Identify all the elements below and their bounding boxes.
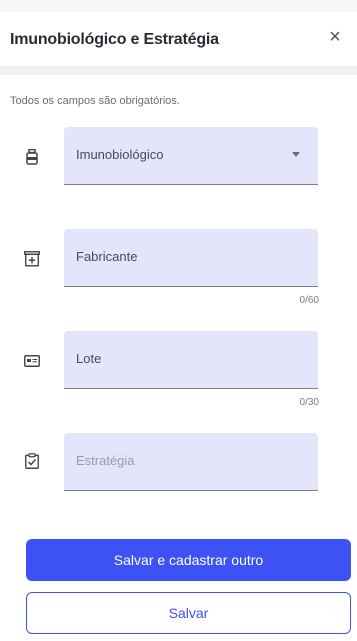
modal-header: Imunobiológico e Estratégia ×	[0, 12, 357, 67]
header-divider-band	[0, 67, 357, 75]
imunobiologico-label: Imunobiológico	[76, 147, 164, 162]
modal-title: Imunobiológico e Estratégia	[10, 31, 219, 48]
estrategia-input[interactable]: Estratégia	[64, 433, 318, 491]
top-strip	[0, 0, 357, 12]
fabricante-char-counter: 0/60	[299, 295, 319, 306]
lote-input[interactable]: Lote	[64, 331, 318, 389]
close-icon: ×	[329, 25, 341, 48]
lote-char-counter: 0/30	[299, 397, 319, 408]
vaccine-bottle-icon	[24, 149, 40, 165]
fabricante-input[interactable]: Fabricante	[64, 229, 318, 287]
lote-label: Lote	[76, 351, 102, 366]
estrategia-label: Estratégia	[76, 453, 135, 468]
imunobiologico-select[interactable]: Imunobiológico	[64, 127, 318, 185]
lot-card-icon	[24, 353, 40, 369]
save-and-add-another-button[interactable]: Salvar e cadastrar outro	[26, 539, 351, 581]
fabricante-label: Fabricante	[76, 249, 138, 264]
required-note: Todos os campos são obrigatórios.	[10, 95, 180, 107]
close-button[interactable]: ×	[323, 25, 347, 49]
chevron-down-icon	[292, 152, 300, 157]
add-box-icon	[24, 251, 40, 267]
save-button[interactable]: Salvar	[26, 592, 351, 634]
clipboard-check-icon	[24, 453, 40, 469]
